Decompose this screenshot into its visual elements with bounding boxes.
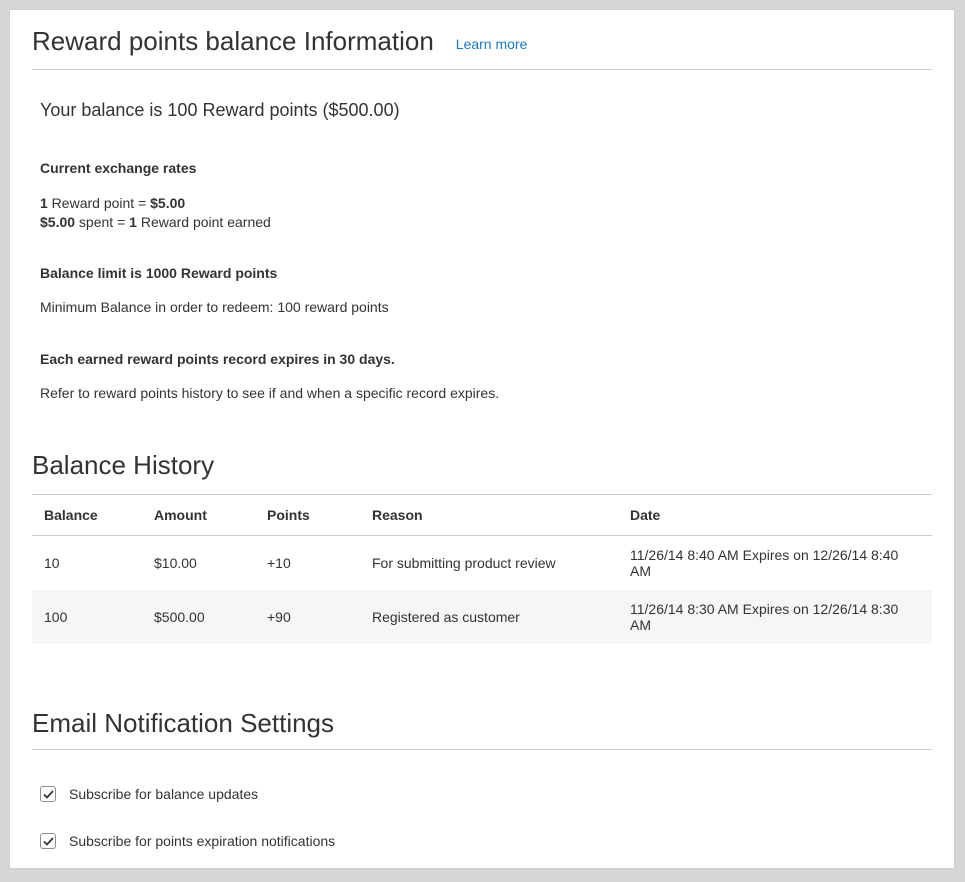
subscribe-balance-row: Subscribe for balance updates bbox=[40, 786, 924, 802]
column-header-balance: Balance bbox=[32, 495, 142, 536]
page-title-row: Reward points balance Information Learn … bbox=[32, 10, 932, 70]
exchange-rates: 1 Reward point = $5.00 $5.00 spent = 1 R… bbox=[40, 194, 924, 233]
cell-balance: 100 bbox=[32, 590, 142, 644]
subscribe-balance-label: Subscribe for balance updates bbox=[69, 786, 258, 802]
exchange-rates-heading: Current exchange rates bbox=[40, 159, 924, 179]
table-row: 10 $10.00 +10 For submitting product rev… bbox=[32, 536, 932, 591]
rate2-text2: Reward point earned bbox=[137, 214, 271, 230]
column-header-amount: Amount bbox=[142, 495, 255, 536]
checkmark-icon bbox=[43, 837, 54, 846]
rate1-value: $5.00 bbox=[150, 195, 185, 211]
expiry-note: Refer to reward points history to see if… bbox=[40, 384, 924, 404]
balance-history-section: Balance History Balance Amount Points Re… bbox=[32, 450, 932, 644]
subscribe-expiration-row: Subscribe for points expiration notifica… bbox=[40, 833, 924, 849]
subscribe-balance-checkbox[interactable] bbox=[40, 786, 56, 802]
email-heading-row: Email Notification Settings bbox=[32, 708, 932, 750]
reward-points-page: Reward points balance Information Learn … bbox=[9, 9, 955, 869]
rate-line-redeem: 1 Reward point = $5.00 bbox=[40, 194, 924, 214]
cell-points: +10 bbox=[255, 536, 360, 591]
column-header-reason: Reason bbox=[360, 495, 618, 536]
subscribe-expiration-label: Subscribe for points expiration notifica… bbox=[69, 833, 335, 849]
page-title: Reward points balance Information bbox=[32, 26, 434, 57]
balance-history-heading: Balance History bbox=[32, 450, 932, 481]
subscribe-expiration-checkbox[interactable] bbox=[40, 833, 56, 849]
rate-line-earn: $5.00 spent = 1 Reward point earned bbox=[40, 213, 924, 233]
min-balance-note: Minimum Balance in order to redeem: 100 … bbox=[40, 298, 924, 318]
rate1-points: 1 bbox=[40, 195, 48, 211]
email-notification-heading: Email Notification Settings bbox=[32, 708, 932, 739]
column-header-points: Points bbox=[255, 495, 360, 536]
cell-reason: Registered as customer bbox=[360, 590, 618, 644]
balance-limit-heading: Balance limit is 1000 Reward points bbox=[40, 264, 924, 284]
rate1-text: Reward point = bbox=[48, 195, 150, 211]
cell-balance: 10 bbox=[32, 536, 142, 591]
rate2-text1: spent = bbox=[75, 214, 129, 230]
learn-more-link[interactable]: Learn more bbox=[456, 36, 528, 52]
balance-history-table: Balance Amount Points Reason Date 10 $10… bbox=[32, 494, 932, 644]
cell-points: +90 bbox=[255, 590, 360, 644]
rate2-value: $5.00 bbox=[40, 214, 75, 230]
column-header-date: Date bbox=[618, 495, 932, 536]
screenshot-frame: Reward points balance Information Learn … bbox=[0, 0, 965, 882]
cell-amount: $10.00 bbox=[142, 536, 255, 591]
balance-summary: Your balance is 100 Reward points ($500.… bbox=[40, 100, 924, 121]
cell-date: 11/26/14 8:30 AM Expires on 12/26/14 8:3… bbox=[618, 590, 932, 644]
cell-amount: $500.00 bbox=[142, 590, 255, 644]
cell-date: 11/26/14 8:40 AM Expires on 12/26/14 8:4… bbox=[618, 536, 932, 591]
table-header-row: Balance Amount Points Reason Date bbox=[32, 495, 932, 536]
expiry-heading: Each earned reward points record expires… bbox=[40, 350, 924, 370]
checkmark-icon bbox=[43, 790, 54, 799]
rate2-points: 1 bbox=[129, 214, 137, 230]
email-notification-section: Email Notification Settings Subscribe fo… bbox=[32, 708, 932, 869]
cell-reason: For submitting product review bbox=[360, 536, 618, 591]
table-row: 100 $500.00 +90 Registered as customer 1… bbox=[32, 590, 932, 644]
